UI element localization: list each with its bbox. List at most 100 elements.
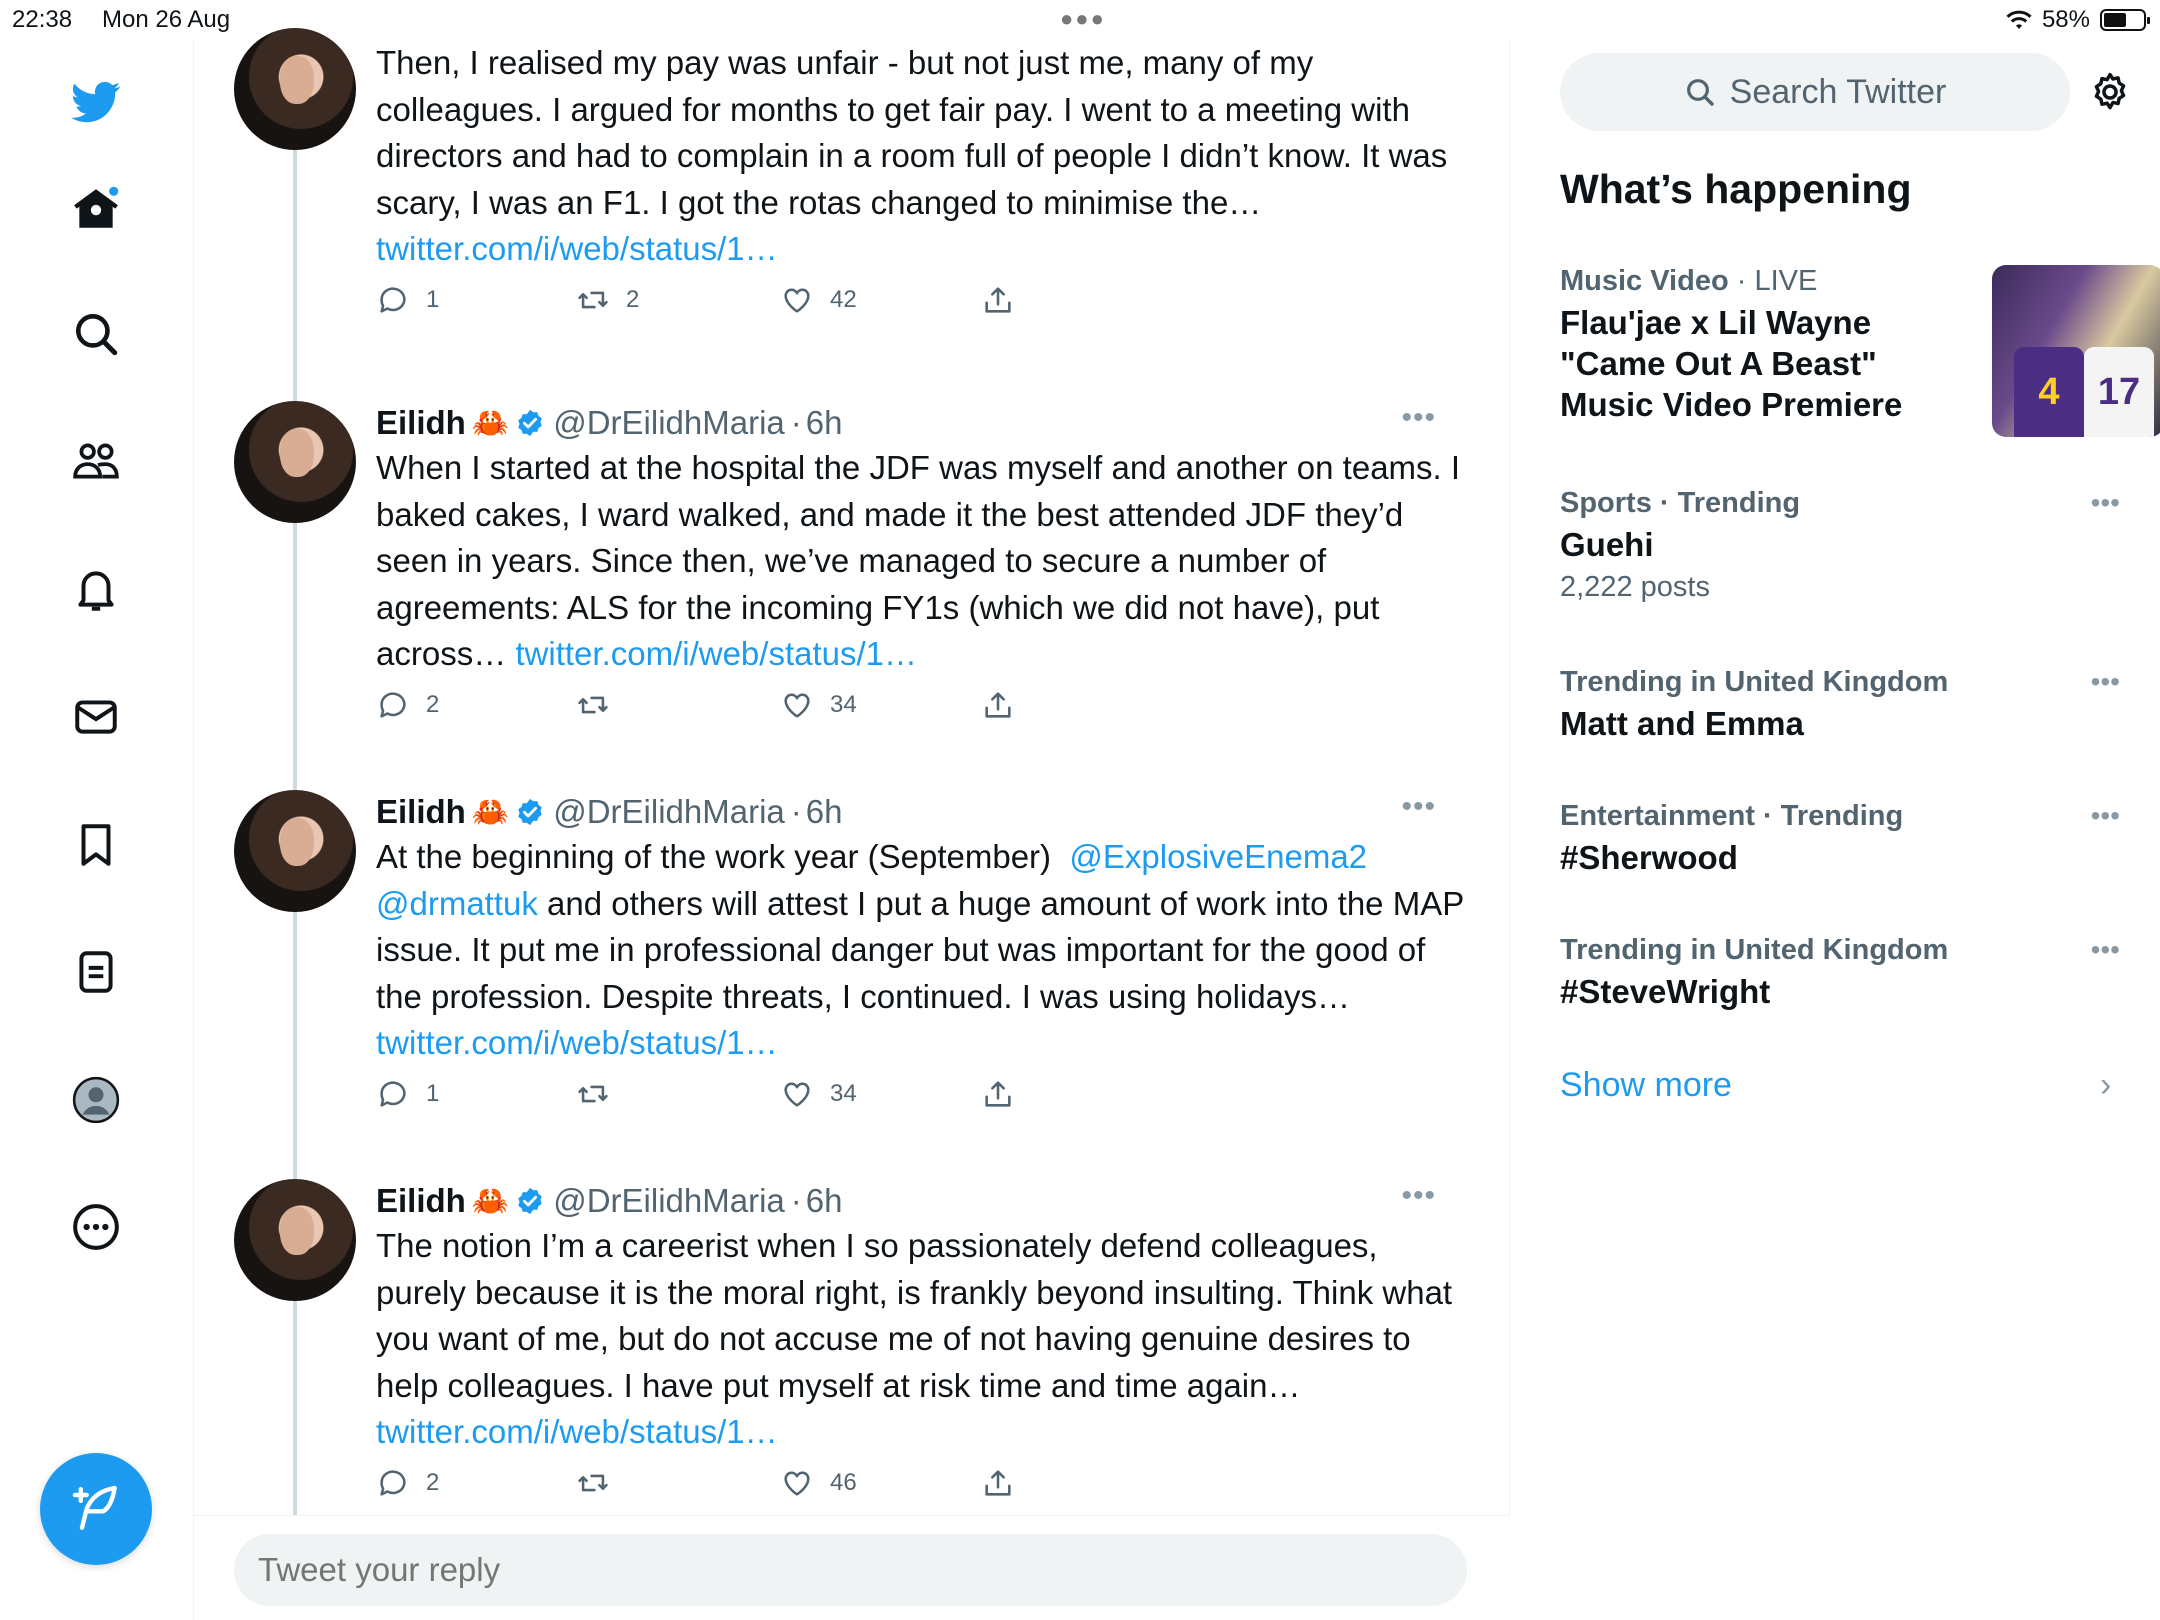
reply-icon [380, 691, 406, 718]
tweet-actions: 2 34 [376, 688, 1476, 738]
tweet-actions: 1 34 [376, 1077, 1476, 1127]
trend-title: Flau'jae x Lil Wayne "Came Out A Beast" … [1560, 304, 1903, 423]
share-button[interactable] [981, 1466, 1015, 1500]
more-options-icon[interactable] [64, 1195, 128, 1259]
retweet-button[interactable] [576, 688, 626, 722]
share-icon [985, 286, 1011, 313]
messages-mail-icon[interactable] [64, 685, 128, 749]
reply-input[interactable] [234, 1534, 1467, 1606]
heart-icon [784, 288, 810, 313]
tweet-header: Eilidh 🦀 @DrEilidhMaria · 6h [376, 790, 1476, 834]
reply-button[interactable]: 2 [376, 688, 439, 722]
mention-link[interactable]: @ExplosiveEnema2 [1069, 838, 1367, 875]
retweet-button[interactable] [576, 1466, 626, 1500]
jersey-number: 4 [2014, 347, 2084, 437]
tweet-header: Eilidh 🦀 @DrEilidhMaria · 6h [376, 401, 1476, 445]
author-avatar[interactable] [234, 790, 356, 912]
author-avatar[interactable] [234, 1179, 356, 1301]
author-avatar[interactable] [234, 28, 356, 150]
search-placeholder: Search Twitter [1729, 72, 1947, 111]
reply-icon [380, 286, 406, 313]
trend-title: Guehi [1560, 526, 1654, 563]
trend-more-icon[interactable]: ••• [2091, 934, 2120, 966]
twitter-logo-icon[interactable] [64, 70, 128, 134]
tweet-time[interactable]: 6h [806, 404, 843, 442]
reply-button[interactable]: 1 [376, 1077, 439, 1111]
bookmarks-icon[interactable] [64, 813, 128, 877]
tweet-more-icon[interactable]: ••• [1401, 1179, 1436, 1213]
crab-emoji: 🦀 [471, 406, 510, 440]
author-name[interactable]: Eilidh [376, 793, 466, 831]
trend-context: Sports · Trending [1560, 487, 1801, 519]
compose-tweet-button[interactable] [40, 1453, 152, 1565]
settings-gear-icon[interactable] [2080, 62, 2140, 122]
tweet-actions: 2 46 [376, 1466, 1476, 1516]
like-count: 42 [830, 285, 857, 313]
tweet-link[interactable]: twitter.com/i/web/status/1… [376, 1024, 778, 1061]
heart-icon [784, 1471, 810, 1496]
trend-more-icon[interactable]: ••• [2091, 800, 2120, 832]
like-button[interactable]: 42 [780, 283, 857, 317]
meta-separator: · [790, 793, 802, 830]
retweet-button[interactable]: 2 [576, 283, 639, 317]
author-handle[interactable]: @DrEilidhMaria [553, 404, 785, 442]
trend-item-music-video[interactable]: Music Video · LIVE Flau'jae x Lil Wayne … [1560, 265, 2160, 437]
tweet-thread: Then, I realised my pay was unfair - but… [194, 28, 1510, 1620]
author-name[interactable]: Eilidh [376, 1182, 466, 1220]
tweet-time[interactable]: 6h [806, 793, 843, 831]
like-count: 34 [830, 1079, 857, 1107]
author-handle[interactable]: @DrEilidhMaria [553, 793, 785, 831]
tweet-time[interactable]: 6h [806, 1182, 843, 1220]
battery-fill [2104, 13, 2127, 27]
notifications-bell-icon[interactable] [64, 558, 128, 622]
reply-count: 1 [426, 285, 440, 313]
status-date: Mon 26 Aug [102, 6, 231, 33]
share-icon [985, 1080, 1011, 1107]
like-count: 46 [830, 1468, 857, 1496]
like-button[interactable]: 34 [780, 688, 857, 722]
trend-item[interactable]: Trending in United Kingdom Matt and Emma… [1560, 666, 2120, 744]
reply-count: 1 [426, 1079, 440, 1107]
tweet-link[interactable]: twitter.com/i/web/status/1… [515, 635, 917, 672]
author-avatar[interactable] [234, 401, 356, 523]
trend-item[interactable]: Sports · Trending Guehi 2,222 posts ••• [1560, 487, 2120, 604]
reply-button[interactable]: 2 [376, 1466, 439, 1500]
trend-post-count: 2,222 posts [1560, 571, 1710, 603]
tweet-text: At the beginning of the work year (Septe… [376, 834, 1476, 1067]
tweet-text: When I started at the hospital the JDF w… [376, 445, 1476, 678]
author-name[interactable]: Eilidh [376, 404, 466, 442]
mention-link[interactable]: @drmattuk [376, 885, 538, 922]
trend-more-icon[interactable]: ••• [2091, 487, 2120, 519]
tweet-text-content: Then, I realised my pay was unfair - but… [376, 44, 1457, 221]
share-button[interactable] [981, 283, 1015, 317]
profile-avatar-icon[interactable] [64, 1068, 128, 1132]
lists-icon[interactable] [64, 940, 128, 1004]
tweet-more-icon[interactable]: ••• [1401, 790, 1436, 824]
communities-icon[interactable] [64, 430, 128, 494]
trend-item[interactable]: Trending in United Kingdom #SteveWright … [1560, 934, 2120, 1012]
tweet-link[interactable]: twitter.com/i/web/status/1… [376, 230, 778, 267]
home-icon[interactable] [64, 177, 128, 241]
tweet-link[interactable]: twitter.com/i/web/status/1… [376, 1413, 778, 1450]
reply-icon [380, 1469, 406, 1496]
share-button[interactable] [981, 1077, 1015, 1111]
show-more-link[interactable]: Show more [1560, 1066, 1732, 1105]
crab-emoji: 🦀 [471, 1184, 510, 1218]
trend-item[interactable]: Entertainment · Trending #Sherwood ••• [1560, 800, 2120, 878]
retweet-icon [578, 696, 608, 713]
share-button[interactable] [981, 688, 1015, 722]
reply-button[interactable]: 1 [376, 283, 439, 317]
search-box[interactable]: Search Twitter [1560, 53, 2070, 131]
trend-more-icon[interactable]: ••• [2091, 666, 2120, 698]
explore-search-icon[interactable] [64, 302, 128, 366]
like-button[interactable]: 46 [780, 1466, 857, 1500]
multitasking-dots-icon[interactable]: ●●● [1060, 6, 1106, 32]
meta-separator: · [790, 404, 802, 441]
author-handle[interactable]: @DrEilidhMaria [553, 1182, 785, 1220]
tweet-more-icon[interactable]: ••• [1401, 401, 1436, 435]
like-count: 34 [830, 690, 857, 718]
like-button[interactable]: 34 [780, 1077, 857, 1111]
trend-title: Matt and Emma [1560, 705, 1804, 742]
retweet-button[interactable] [576, 1077, 626, 1111]
share-icon [985, 1469, 1011, 1496]
